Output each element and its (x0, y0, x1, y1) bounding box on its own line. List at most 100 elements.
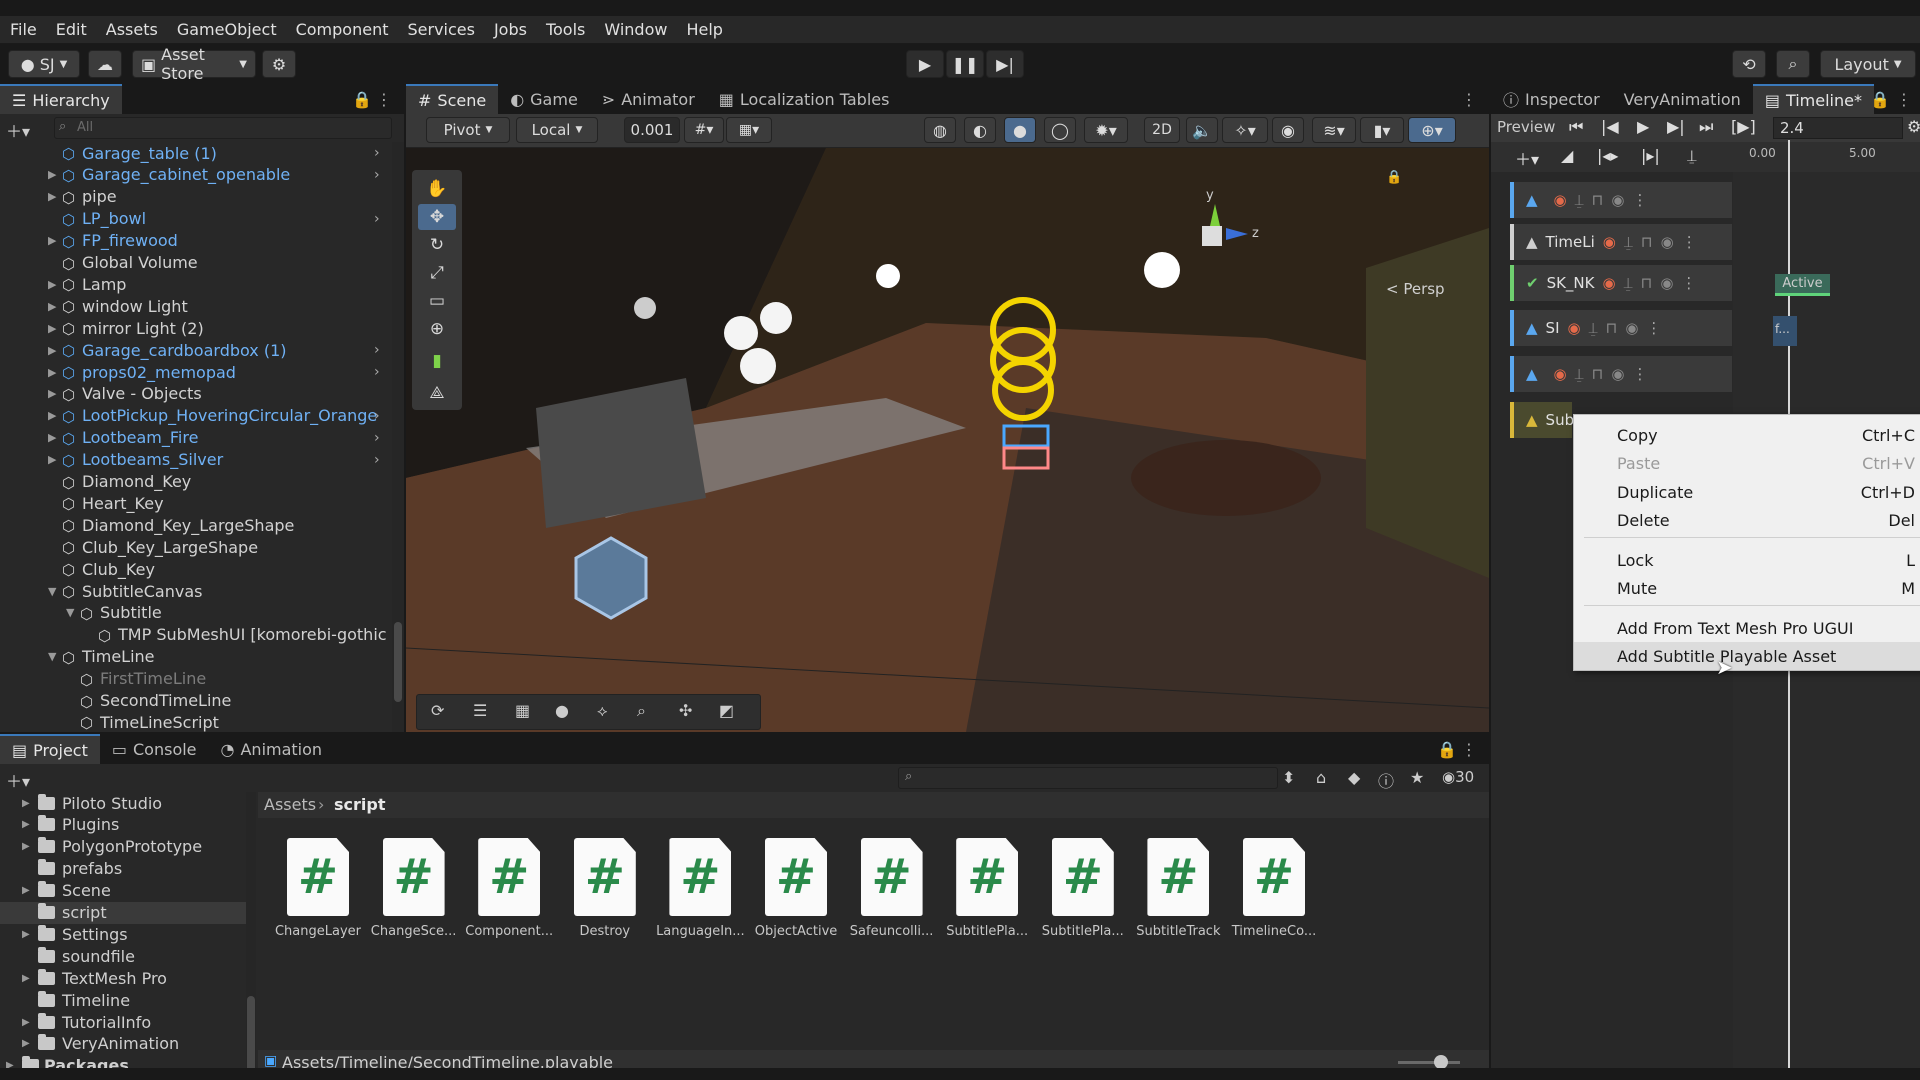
search-icon[interactable]: ⌕ (637, 701, 646, 721)
more-menu-icon[interactable]: ⋮ (1632, 365, 1647, 383)
next-frame-icon[interactable]: ▶| (1667, 117, 1685, 136)
context-menu-item[interactable]: Duplicate Ctrl+D (1574, 478, 1920, 506)
tab-scene[interactable]: # Scene (406, 84, 499, 114)
collapsed-arrow-icon[interactable]: ▶ (22, 1038, 30, 1049)
collapsed-arrow-icon[interactable]: ▶ (22, 819, 30, 830)
orientation-gizmo[interactable]: y z (1166, 176, 1266, 276)
hierarchy-item[interactable]: ▶ ⬡ FP_firewood (0, 230, 392, 252)
grid-icon[interactable]: ▦ (515, 701, 530, 720)
timeline-track[interactable]: ▲ SI ◉ ⍊ ⊓ ◉ ⋮ (1510, 310, 1732, 346)
ripple-mode-icon[interactable]: |◂▸ (1597, 146, 1618, 165)
menu-assets[interactable]: Assets (104, 20, 160, 39)
chevron-right-icon[interactable]: › (374, 342, 380, 358)
pin-icon[interactable]: ⍊ (1589, 319, 1598, 337)
project-folder[interactable]: ▶ Settings (0, 923, 246, 945)
hidden-objects-button[interactable]: ◉ (1272, 117, 1304, 143)
more-menu-icon[interactable]: ⋮ (1896, 90, 1912, 109)
create-asset-button[interactable]: ＋▾ (6, 768, 30, 792)
collapsed-arrow-icon[interactable]: ▶ (48, 300, 56, 313)
folder-scrollbar[interactable] (246, 792, 256, 1068)
perspective-label[interactable]: < Persp (1386, 280, 1445, 298)
hierarchy-item[interactable]: ▶ ⬡ Lootbeam_Fire › (0, 427, 392, 449)
script-asset[interactable]: # ObjectActive (751, 838, 841, 939)
collapsed-arrow-icon[interactable]: ▶ (48, 409, 56, 422)
gizmos-button[interactable]: ⊕▾ (1408, 117, 1456, 143)
project-folder[interactable]: ▶ Scene (0, 880, 246, 902)
gear-icon[interactable]: ⚙ (1907, 117, 1920, 136)
context-menu-item[interactable]: Delete Del (1574, 506, 1920, 534)
clip-edit-mode-icon[interactable]: ◢ (1561, 146, 1573, 165)
hierarchy-item[interactable]: ▼ ⬡ SubtitleCanvas (0, 580, 392, 602)
pivot-icon[interactable]: ✣ (679, 701, 692, 720)
snap-increment-field[interactable]: 0.001 (624, 117, 680, 143)
collapsed-arrow-icon[interactable]: ▶ (48, 366, 56, 379)
move-tool-button[interactable]: ✥ (418, 204, 456, 230)
local-dropdown[interactable]: Local ▼ (516, 117, 598, 143)
slider-handle[interactable] (1434, 1055, 1448, 1068)
tab-inspector[interactable]: ⓘ Inspector (1491, 84, 1612, 114)
menu-tools[interactable]: Tools (544, 20, 587, 39)
project-folder[interactable]: prefabs (0, 858, 246, 880)
pin-icon[interactable]: ⍊ (1624, 233, 1633, 251)
tab-localization-tables[interactable]: ▦ Localization Tables (707, 84, 902, 114)
hierarchy-item[interactable]: ⬡ SecondTimeLine (0, 690, 392, 712)
timeline-track[interactable]: ▲ ◉ ⍊ ⊓ ◉ ⋮ (1510, 356, 1732, 392)
align-icon[interactable]: ☰ (473, 701, 487, 720)
timeline-track[interactable]: ▲ Subt (1510, 402, 1580, 438)
tab-console[interactable]: ▭ Console (100, 734, 209, 764)
grid-toggle-button[interactable]: ▦▾ (726, 117, 772, 143)
more-menu-icon[interactable]: ⋮ (1646, 319, 1661, 337)
more-menu-icon[interactable]: ⋮ (1681, 274, 1696, 292)
scale-tool-button[interactable]: ⤢ (416, 260, 458, 286)
eye-icon[interactable]: ◉ (1611, 365, 1624, 383)
collapsed-arrow-icon[interactable]: ▶ (48, 278, 56, 291)
script-asset[interactable]: # LanguageIn... (655, 838, 745, 939)
hierarchy-item[interactable]: ▶ ⬡ Lootbeams_Silver › (0, 449, 392, 471)
hierarchy-item[interactable]: ⬡ Diamond_Key_LargeShape (0, 514, 392, 536)
scrollbar-thumb[interactable] (394, 622, 402, 702)
more-menu-icon[interactable]: ⋮ (1461, 90, 1477, 109)
hidden-packages-count[interactable]: ◉30 (1442, 768, 1474, 786)
lock-icon[interactable]: 🔒 (1437, 740, 1457, 759)
script-asset[interactable]: # SubtitlePla... (942, 838, 1032, 939)
audio-toggle-button[interactable]: 🔈 (1186, 117, 1218, 143)
script-asset[interactable]: # Safeuncolli... (847, 838, 937, 939)
context-menu-item[interactable]: Mute M (1574, 574, 1920, 602)
context-menu-item[interactable]: Lock L (1574, 546, 1920, 574)
global-illumination-button[interactable]: ◍ (924, 117, 956, 143)
pause-button[interactable]: ❚❚ (946, 50, 984, 78)
hierarchy-item[interactable]: ▶ ⬡ Lamp (0, 273, 392, 295)
layers-button[interactable]: ≋▾ (1312, 117, 1356, 143)
effects-button[interactable]: ✧▾ (1222, 117, 1268, 143)
project-folder[interactable]: ▶ Plugins (0, 814, 246, 836)
menu-window[interactable]: Window (602, 20, 669, 39)
record-icon[interactable]: ◉ (1603, 274, 1616, 292)
chevron-right-icon[interactable]: › (374, 167, 380, 183)
preview-toggle[interactable]: Preview (1497, 118, 1555, 136)
key-icon[interactable]: ⍊ (1687, 146, 1697, 166)
menu-help[interactable]: Help (684, 20, 724, 39)
project-folder[interactable]: soundfile (0, 945, 246, 967)
timeline-track[interactable]: ✔ SK_NK ◉ ⍊ ⊓ ◉ ⋮ (1510, 265, 1732, 301)
refresh-icon[interactable]: ⟳ (431, 701, 444, 720)
timeline-track[interactable]: ▲ ◉ ⍊ ⊓ ◉ ⋮ (1510, 182, 1732, 218)
account-button[interactable]: ● SJ ▼ (8, 50, 80, 78)
previous-frame-icon[interactable]: |◀ (1601, 117, 1619, 136)
search-button[interactable]: ⌕ (1776, 50, 1810, 78)
rotate-tool-button[interactable]: ↻ (416, 232, 458, 258)
timeline-track[interactable]: ▲ TimeLi ◉ ⍊ ⊓ ◉ ⋮ (1510, 224, 1732, 260)
rect-tool-button[interactable]: ▭ (416, 288, 458, 314)
hierarchy-item[interactable]: ▶ ⬡ window Light (0, 295, 392, 317)
probe-tool-button[interactable]: ⟁ (416, 380, 458, 406)
script-asset[interactable]: # TimelineCo... (1229, 838, 1319, 939)
star-icon[interactable]: ★ (1410, 768, 1424, 787)
script-asset[interactable]: # Destroy (560, 838, 650, 939)
frame-field[interactable]: 2.4 (1773, 117, 1903, 139)
hierarchy-scrollbar[interactable] (392, 142, 404, 732)
record-icon[interactable]: ◉ (1554, 365, 1567, 383)
play-button[interactable]: ▶ (906, 50, 944, 78)
play-icon[interactable]: ▶ (1637, 117, 1649, 136)
tab-project[interactable]: ▤ Project (0, 734, 100, 764)
context-menu-item[interactable]: Add From Text Mesh Pro UGUI (1574, 614, 1920, 642)
search-by-type-icon[interactable]: ⬍ (1282, 768, 1295, 787)
